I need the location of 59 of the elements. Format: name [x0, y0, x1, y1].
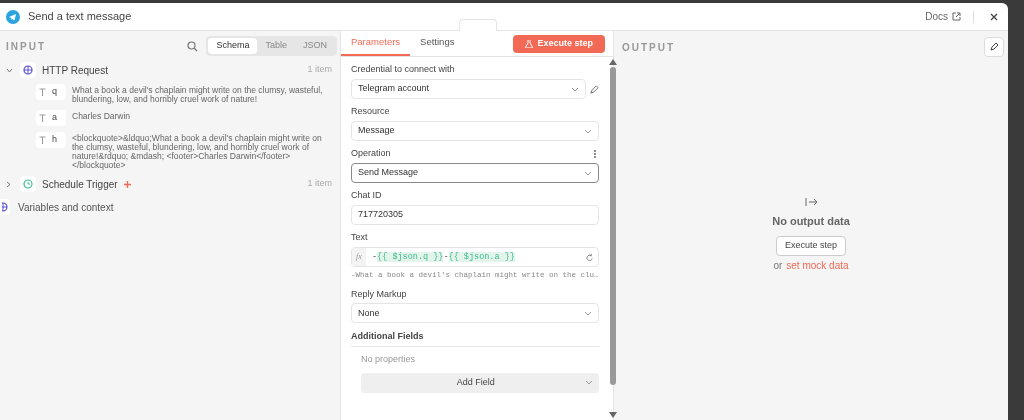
search-icon[interactable] [187, 40, 199, 52]
scroll-down-icon[interactable] [608, 412, 617, 418]
edit-button[interactable] [984, 37, 1004, 57]
chevron-down-icon[interactable] [583, 170, 592, 176]
field-label: Operation [351, 147, 391, 161]
input-field[interactable]: 717720305 [351, 205, 599, 225]
scrollbar[interactable] [608, 57, 617, 420]
field-label: Text [351, 231, 368, 245]
field-value: Charles Darwin [72, 110, 131, 121]
dropdown-field[interactable]: Telegram account [351, 79, 586, 99]
field-label: Additional Fields [351, 329, 424, 343]
chevron-down-icon[interactable] [583, 310, 592, 316]
panel-title: OUTPUT [622, 40, 676, 55]
arrow-to-bar-icon [804, 197, 818, 207]
node-name[interactable]: Schedule Trigger [42, 176, 118, 192]
paper-plane-logo-icon [6, 9, 20, 24]
pencil-icon[interactable] [989, 42, 999, 52]
clock-icon [20, 176, 36, 192]
dropdown-field[interactable]: None [351, 303, 599, 324]
settings-tab[interactable]: Settings [410, 31, 465, 56]
empty-note: No properties [361, 353, 417, 367]
text-type-icon [39, 88, 46, 96]
scroll-up-icon[interactable] [608, 59, 617, 65]
expression-input[interactable]: -{{ $json.q }}-{{ $json.a }} [366, 250, 584, 264]
chevron-down-icon[interactable] [583, 128, 592, 134]
add-field-button[interactable]: Add Field [361, 372, 599, 393]
panel-title: INPUT [6, 39, 46, 54]
field-key: h [52, 133, 57, 147]
empty-state-title: No output data [772, 214, 850, 229]
field-label: Reply Markup [351, 287, 407, 301]
execute-step-button[interactable]: Execute step [776, 235, 846, 256]
field-key: a [52, 111, 57, 125]
variables-section[interactable]: Variables and context [18, 199, 114, 215]
external-link-icon[interactable] [952, 12, 961, 21]
node-name[interactable]: HTTP Request [42, 62, 108, 78]
field-key: q [52, 85, 57, 99]
drag-handle[interactable] [459, 19, 497, 31]
item-count: 1 item [307, 177, 332, 191]
field-label: Chat ID [351, 189, 382, 203]
close-icon[interactable] [990, 12, 998, 21]
flask-icon[interactable] [525, 39, 534, 48]
or-text: or [773, 258, 783, 273]
dropdown-field[interactable]: Message [351, 121, 599, 141]
item-count: 1 item [307, 63, 332, 77]
expression-badge: fx [352, 248, 366, 266]
field-label: Credential to connect with [351, 63, 455, 77]
text-type-icon [39, 114, 46, 122]
field-value: What a book a devil's chaplain might write on the clumsy, wasteful, blundering, low, and horribly cruel work of nature! [72, 84, 324, 104]
chevron-down-icon[interactable] [570, 86, 579, 92]
view-tab[interactable]: Schema [208, 38, 258, 54]
field-value: <blockquote>&ldquo;What a book a devil's chaplain might write on the clumsy, wasteful, blundering, low, and horribly cruel work of nature!&rdquo; &mdash; <footer>Charles Darwin</footer> </blockquote> [72, 132, 323, 170]
window-title: Send a text message [28, 9, 132, 25]
dropdown-field[interactable]: Send Message [351, 163, 599, 183]
docs-link[interactable]: Docs [925, 9, 961, 24]
field-label: Resource [351, 105, 390, 119]
options-icon[interactable] [593, 150, 599, 158]
text-type-icon [39, 136, 46, 144]
chevron-down-icon[interactable] [584, 380, 593, 386]
globe-icon [20, 62, 36, 78]
